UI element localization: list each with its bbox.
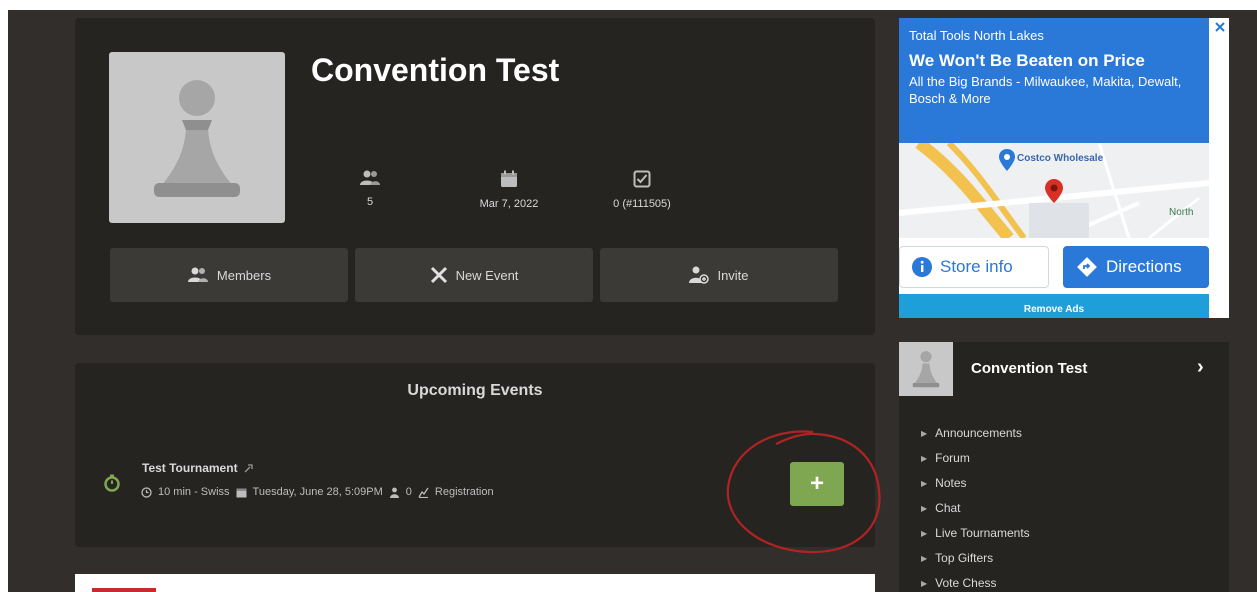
caret-right-icon: ▶ xyxy=(921,503,928,513)
map-area-label: North xyxy=(1169,207,1194,218)
chess-pawn-icon xyxy=(154,79,240,197)
directions-button[interactable]: Directions xyxy=(1063,246,1209,288)
new-event-button-label: New Event xyxy=(455,267,519,283)
caret-right-icon: ▶ xyxy=(921,453,928,463)
caret-right-icon: ▶ xyxy=(921,528,928,538)
ad-banner[interactable]: Total Tools North Lakes We Won't Be Beat… xyxy=(899,18,1229,318)
link-icon xyxy=(244,464,253,473)
new-event-button[interactable]: New Event xyxy=(355,248,593,302)
card-thumbnail xyxy=(92,588,156,592)
member-count-stat: 5 xyxy=(310,170,430,208)
sidebar-item-label: Chat xyxy=(935,501,961,515)
sidebar-item-chat[interactable]: ▶ Chat xyxy=(921,501,961,515)
registration-icon xyxy=(418,487,429,498)
directions-icon xyxy=(1077,257,1097,277)
club-title: Convention Test xyxy=(311,52,560,88)
calendar-icon xyxy=(501,170,517,187)
sidebar-club-header[interactable]: Convention Test › xyxy=(899,342,1229,404)
members-icon xyxy=(360,170,380,185)
ad-map[interactable]: Costco Wholesale North xyxy=(899,143,1209,238)
player-icon xyxy=(389,487,399,498)
sidebar-club-avatar xyxy=(899,342,953,396)
event-player-count: 0 xyxy=(405,486,412,498)
caret-right-icon: ▶ xyxy=(921,578,928,588)
sidebar-item-label: Forum xyxy=(935,451,970,465)
founded-date: Mar 7, 2022 xyxy=(479,198,539,210)
directions-label: Directions xyxy=(1106,257,1182,276)
ad-text-block[interactable]: Total Tools North Lakes We Won't Be Beat… xyxy=(899,18,1209,143)
invite-button-label: Invite xyxy=(717,267,749,283)
info-icon xyxy=(912,257,932,277)
crossed-swords-icon xyxy=(430,266,447,284)
sidebar-club-title: Convention Test xyxy=(971,360,1088,377)
members-icon xyxy=(187,267,208,282)
sidebar-item-label: Live Tournaments xyxy=(935,526,1030,540)
event-date: Tuesday, June 28, 5:09PM xyxy=(252,486,383,498)
sidebar-item-label: Top Gifters xyxy=(935,551,994,565)
members-button-label: Members xyxy=(216,267,272,283)
chevron-right-icon[interactable]: › xyxy=(1197,356,1204,379)
members-button[interactable]: Members xyxy=(110,248,348,302)
sidebar-item-vote-chess[interactable]: ▶ Vote Chess xyxy=(921,576,997,590)
store-info-label: Store info xyxy=(940,257,1013,276)
club-id-stat: 0 (#111505) xyxy=(582,170,702,210)
ad-advertiser: Total Tools North Lakes xyxy=(909,28,1044,43)
sidebar-item-top-gifters[interactable]: ▶ Top Gifters xyxy=(921,551,993,565)
caret-right-icon: ▶ xyxy=(921,428,928,438)
ad-close-icon[interactable] xyxy=(1213,20,1227,34)
next-card-partial xyxy=(75,574,875,592)
sidebar-item-notes[interactable]: ▶ Notes xyxy=(921,476,967,490)
sidebar-item-forum[interactable]: ▶ Forum xyxy=(921,451,970,465)
map-pin-icon xyxy=(999,149,1015,171)
founded-date-stat: Mar 7, 2022 xyxy=(449,170,569,210)
club-page: Convention Test 5 Mar 7, 2022 0 (#111505… xyxy=(8,10,1257,592)
map-place-label: Costco Wholesale xyxy=(1017,153,1104,164)
event-status: Registration xyxy=(434,486,494,498)
chess-pawn-icon xyxy=(912,351,940,388)
sidebar-item-live-tournaments[interactable]: ▶ Live Tournaments xyxy=(921,526,1030,540)
add-user-icon xyxy=(689,266,710,284)
member-count: 5 xyxy=(366,196,374,208)
upcoming-events-title: Upcoming Events xyxy=(407,382,543,399)
invite-button[interactable]: Invite xyxy=(600,248,838,302)
caret-right-icon: ▶ xyxy=(921,553,928,563)
map-marker-icon xyxy=(1045,179,1063,203)
red-circle-annotation xyxy=(726,430,881,554)
event-time-control: 10 min - Swiss xyxy=(158,486,230,498)
calendar-icon xyxy=(236,488,247,497)
club-avatar[interactable] xyxy=(109,52,285,223)
store-info-button[interactable]: Store info xyxy=(899,246,1049,288)
sidebar-item-label: Announcements xyxy=(935,426,1022,440)
sidebar-item-label: Notes xyxy=(935,476,967,490)
ad-headline: We Won't Be Beaten on Price xyxy=(909,51,1145,70)
event-name-text: Test Tournament xyxy=(142,461,238,475)
sidebar-item-label: Vote Chess xyxy=(935,576,997,590)
sidebar-item-announcements[interactable]: ▶ Announcements xyxy=(921,426,1022,440)
event-meta: 10 min - Swiss Tuesday, June 28, 5:09PM … xyxy=(141,486,494,498)
event-name[interactable]: Test Tournament xyxy=(142,461,254,475)
remove-ads-link[interactable]: Remove Ads xyxy=(899,294,1209,318)
clock-icon xyxy=(141,486,152,498)
club-id: 0 (#111505) xyxy=(613,198,671,210)
sidebar-nav: ▶ Announcements ▶ Forum ▶ Notes ▶ Chat ▶… xyxy=(899,404,1229,592)
caret-right-icon: ▶ xyxy=(921,478,928,488)
checkbox-icon xyxy=(633,170,651,188)
timer-icon xyxy=(104,474,120,492)
ad-body: All the Big Brands - Milwaukee, Makita, … xyxy=(909,74,1182,106)
